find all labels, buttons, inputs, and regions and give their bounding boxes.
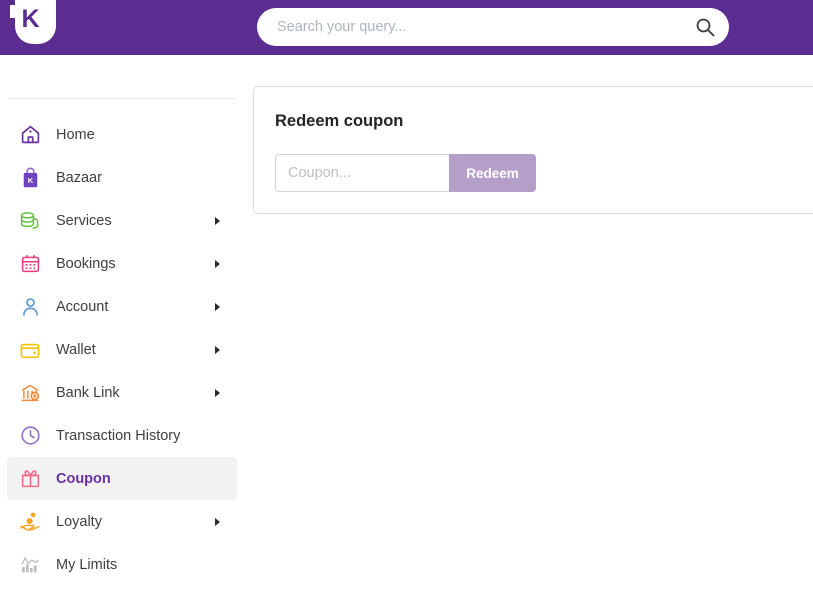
chevron-right-icon[interactable]: [215, 216, 220, 225]
sidebar-item-my-limits[interactable]: My Limits: [7, 543, 237, 586]
coins-stack-icon: [15, 207, 45, 235]
sidebar-item-bank-link[interactable]: Bank Link: [7, 371, 237, 414]
bar-chart-icon: [15, 551, 45, 579]
home-icon: [15, 121, 45, 149]
chevron-right-icon[interactable]: [215, 259, 220, 268]
chevron-right-icon[interactable]: [215, 517, 220, 526]
search-input[interactable]: [275, 8, 675, 46]
hand-loyalty-icon: [15, 508, 45, 536]
shopping-bag-icon: K: [15, 164, 45, 192]
calendar-icon: [15, 250, 45, 278]
sidebar-item-label: My Limits: [56, 556, 118, 573]
chevron-right-icon[interactable]: [215, 388, 220, 397]
main-content: Redeem coupon Redeem: [244, 55, 813, 612]
app-header: K: [0, 0, 813, 55]
chevron-right-icon[interactable]: [215, 302, 220, 311]
sidebar-item-wallet[interactable]: Wallet: [7, 328, 237, 371]
sidebar: Home K Bazaar Services Bookings Account …: [0, 55, 244, 612]
sidebar-item-bazaar[interactable]: K Bazaar: [7, 156, 237, 199]
card-title: Redeem coupon: [275, 112, 404, 130]
sidebar-item-label: Coupon: [56, 470, 111, 487]
bank-icon: [15, 379, 45, 407]
sidebar-item-transaction-history[interactable]: Transaction History: [7, 414, 237, 457]
sidebar-item-label: Services: [56, 212, 112, 229]
coupon-input[interactable]: [275, 154, 449, 192]
sidebar-item-home[interactable]: Home: [7, 113, 237, 156]
redeem-coupon-card: Redeem coupon Redeem: [253, 86, 813, 214]
redeem-button[interactable]: Redeem: [449, 154, 536, 192]
sidebar-item-label: Bank Link: [56, 384, 120, 401]
svg-text:K: K: [27, 176, 33, 185]
sidebar-item-label: Bazaar: [56, 169, 102, 186]
sidebar-item-label: Bookings: [56, 255, 116, 272]
redeem-coupon-form: Redeem: [275, 154, 536, 192]
sidebar-item-bookings[interactable]: Bookings: [7, 242, 237, 285]
gift-icon: [15, 465, 45, 493]
logo-letter: K: [21, 5, 40, 33]
sidebar-item-loyalty[interactable]: Loyalty: [7, 500, 237, 543]
search-icon[interactable]: [695, 17, 715, 37]
wallet-icon: [15, 336, 45, 364]
sidebar-item-account[interactable]: Account: [7, 285, 237, 328]
sidebar-item-label: Wallet: [56, 341, 96, 358]
sidebar-item-label: Account: [56, 298, 109, 315]
search-bar[interactable]: [257, 8, 729, 46]
clock-icon: [15, 422, 45, 450]
brand-logo[interactable]: K: [10, 0, 56, 48]
sidebar-nav: Home K Bazaar Services Bookings Account …: [0, 113, 244, 586]
sidebar-item-label: Transaction History: [56, 427, 181, 444]
sidebar-item-label: Home: [56, 126, 95, 143]
sidebar-divider: [8, 98, 236, 99]
chevron-right-icon[interactable]: [215, 345, 220, 354]
sidebar-item-coupon[interactable]: Coupon: [7, 457, 237, 500]
user-icon: [15, 293, 45, 321]
sidebar-item-label: Loyalty: [56, 513, 102, 530]
sidebar-item-services[interactable]: Services: [7, 199, 237, 242]
